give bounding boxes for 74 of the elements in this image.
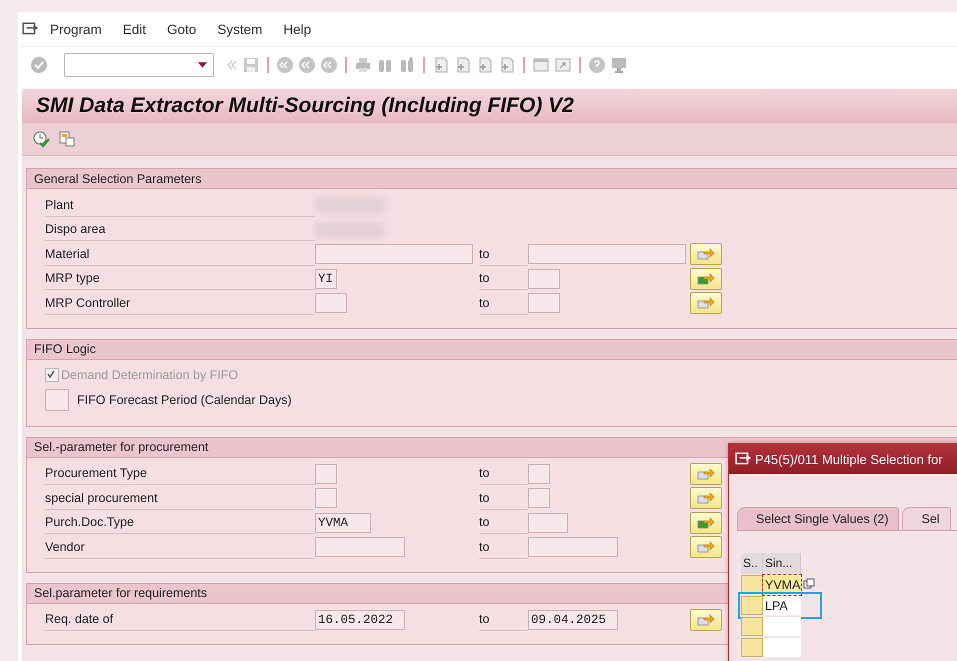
- group-title: General Selection Parameters: [34, 172, 202, 186]
- input-field[interactable]: [528, 268, 560, 289]
- screen-title: SMI Data Extractor Multi-Sourcing (Including FIFO) V2: [36, 94, 574, 118]
- field-label: Purch.Doc.Type: [45, 511, 315, 534]
- checkbox-label: Demand Determination by FIFO: [61, 368, 238, 382]
- multiple-selection-button[interactable]: [690, 462, 722, 485]
- print-icon[interactable]: [354, 56, 372, 74]
- multiple-selection-button[interactable]: [690, 292, 722, 314]
- enter-icon[interactable]: [30, 56, 48, 74]
- input-field[interactable]: YI: [315, 268, 337, 289]
- shortcut-icon[interactable]: [554, 56, 572, 74]
- menu-item[interactable]: Goto: [167, 22, 196, 36]
- multiple-selection-button[interactable]: [690, 268, 722, 290]
- table-cell[interactable]: LPA: [763, 596, 801, 616]
- field-label: Dispo area: [45, 218, 315, 242]
- navigation-icon[interactable]: [320, 56, 338, 74]
- menu-item[interactable]: System: [217, 22, 262, 36]
- navigation-icon[interactable]: [298, 56, 316, 74]
- tab[interactable]: Select Single Values (2): [737, 507, 900, 530]
- table-cell[interactable]: [763, 638, 801, 658]
- input-field[interactable]: [528, 293, 560, 314]
- column-header[interactable]: S..: [741, 553, 763, 574]
- command-field[interactable]: [64, 53, 214, 77]
- input-field[interactable]: [315, 293, 347, 314]
- table-cell[interactable]: YVMA: [763, 574, 801, 594]
- input-field[interactable]: [315, 488, 337, 508]
- input-field[interactable]: 09.04.2025: [528, 610, 618, 630]
- input-field[interactable]: [45, 388, 69, 410]
- input-field[interactable]: [315, 464, 337, 484]
- input-field[interactable]: [528, 464, 550, 484]
- menu-icon[interactable]: [735, 452, 751, 466]
- menu-item[interactable]: Help: [283, 22, 312, 36]
- field-label: MRP type: [45, 267, 315, 290]
- menu-item[interactable]: Program: [50, 22, 102, 36]
- multiple-selection-button[interactable]: [690, 536, 722, 558]
- field-label: Procurement Type: [45, 462, 315, 486]
- execute-icon[interactable]: [32, 130, 50, 148]
- help-icon[interactable]: [588, 56, 606, 74]
- multiple-selection-button[interactable]: [690, 608, 722, 631]
- field-label: MRP Controller: [45, 292, 315, 315]
- navigation-icon[interactable]: [276, 56, 294, 74]
- tab[interactable]: Sel: [902, 507, 951, 530]
- column-header[interactable]: Sin...: [763, 553, 801, 574]
- input-field[interactable]: [315, 244, 473, 264]
- back-icon[interactable]: [226, 59, 238, 71]
- input-field[interactable]: YVMA: [315, 512, 371, 533]
- input-field[interactable]: [528, 244, 686, 264]
- dropdown-arrow-icon[interactable]: [198, 62, 207, 68]
- group-title: Sel.parameter for requirements: [34, 586, 207, 600]
- group-title: FIFO Logic: [34, 342, 96, 356]
- monitor-icon[interactable]: [610, 56, 628, 74]
- field-label: Req. date of: [45, 608, 315, 632]
- dialog-title: P45(5)/011 Multiple Selection for: [755, 452, 943, 466]
- multiple-selection-button[interactable]: [690, 512, 722, 534]
- multiple-selection-button[interactable]: [690, 243, 722, 266]
- table-cell[interactable]: [763, 616, 801, 636]
- menu-icon[interactable]: [22, 22, 38, 36]
- input-field[interactable]: [528, 512, 568, 533]
- group-title: Sel.-parameter for procurement: [34, 440, 208, 454]
- field-label: FIFO Forecast Period (Calendar Days): [77, 392, 292, 406]
- variant-icon[interactable]: [58, 130, 76, 148]
- multiple-selection-button[interactable]: [690, 487, 722, 510]
- input-field[interactable]: [528, 488, 550, 508]
- field-label: special procurement: [45, 486, 315, 510]
- new-window-icon[interactable]: [532, 56, 550, 74]
- input-field[interactable]: [315, 537, 405, 558]
- input-field[interactable]: 16.05.2022: [315, 610, 405, 630]
- field-label: Vendor: [45, 536, 315, 559]
- field-label: Material: [45, 242, 315, 266]
- save-icon[interactable]: [242, 56, 260, 74]
- field-label: Plant: [45, 194, 315, 217]
- copy-icon[interactable]: [803, 578, 815, 590]
- menu-item[interactable]: Edit: [122, 22, 146, 36]
- input-field[interactable]: [528, 537, 618, 558]
